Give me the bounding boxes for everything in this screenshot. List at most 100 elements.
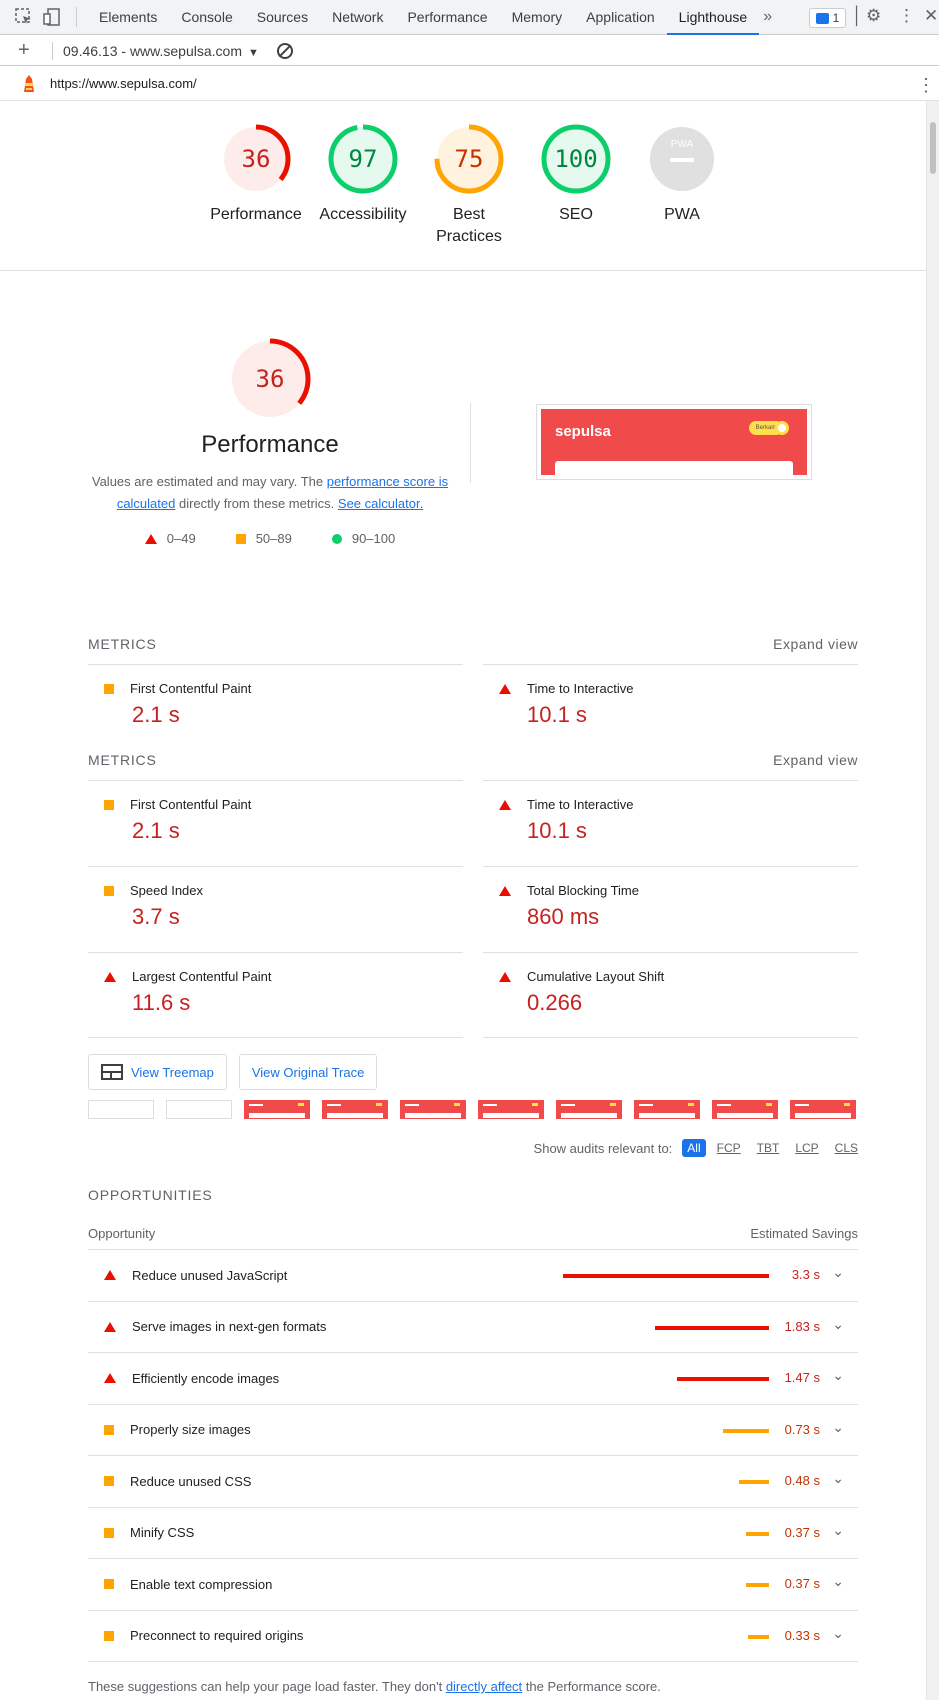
chevron-down-icon[interactable]: ⌄ — [832, 1419, 844, 1436]
gauge-score: 97 — [349, 145, 378, 173]
average-square-icon — [104, 1630, 114, 1641]
metric-label: Largest Contentful Paint — [132, 969, 272, 984]
tab-console[interactable]: Console — [169, 0, 244, 35]
pwa-badge-text: PWA — [671, 139, 694, 150]
savings-bar — [723, 1428, 769, 1433]
chevron-down-icon[interactable]: ⌄ — [832, 1264, 844, 1281]
screenshot-brand: sepulsa — [555, 423, 611, 440]
clear-reports-icon[interactable] — [276, 42, 293, 59]
scrollbar-thumb[interactable] — [930, 122, 936, 174]
gauge-performance[interactable]: 36 Performance — [206, 122, 306, 226]
gauge-label: Best Practices — [436, 206, 502, 245]
metric-label-row: First Contentful Paint — [104, 681, 463, 696]
tab-performance[interactable]: Performance — [395, 0, 499, 35]
final-screenshot[interactable]: sepulsa Berkam — [536, 404, 812, 480]
tab-memory[interactable]: Memory — [500, 0, 575, 35]
fail-triangle-icon — [104, 1373, 116, 1384]
savings-value: 0.73 s — [784, 1421, 820, 1437]
metric-value: 10.1 s — [527, 702, 587, 727]
chevron-down-icon[interactable]: ⌄ — [832, 1522, 844, 1539]
inspect-element-icon[interactable] — [14, 7, 34, 27]
performance-gauge[interactable]: 36 — [90, 336, 450, 425]
fail-triangle-icon — [104, 1321, 116, 1332]
chevron-down-icon[interactable]: ⌄ — [832, 1470, 844, 1487]
tab-network[interactable]: Network — [320, 0, 395, 35]
report-menu-icon[interactable]: ⋮ — [917, 75, 935, 96]
filmstrip-frame — [790, 1100, 856, 1119]
chevron-down-icon[interactable]: ⌄ — [832, 1367, 844, 1384]
desc-text: directly from these metrics. — [175, 496, 338, 511]
legend-average: 50–89 — [235, 531, 292, 546]
filter-label: Show audits relevant to: — [533, 1140, 673, 1156]
report-select-dropdown[interactable]: 09.46.13 - www.sepulsa.com ▼ — [63, 43, 259, 59]
expand-view-toggle[interactable]: Expand view — [773, 752, 858, 780]
gear-icon[interactable]: ⚙ — [866, 6, 881, 26]
tab-sources[interactable]: Sources — [245, 0, 320, 35]
gauge-seo[interactable]: 100 SEO — [526, 122, 626, 226]
filter-chip-all[interactable]: All — [682, 1139, 706, 1157]
filter-chip-tbt[interactable]: TBT — [752, 1139, 785, 1157]
savings-value: 1.83 s — [784, 1318, 820, 1334]
performance-summary: 36 Performance Values are estimated and … — [90, 336, 450, 546]
toolbar-divider — [76, 7, 77, 27]
metrics-section: METRICS Expand view First Contentful Pai… — [88, 752, 858, 1038]
gauge-score: 100 — [554, 145, 597, 173]
legend-label: 0–49 — [166, 531, 196, 546]
opportunity-row[interactable]: Efficiently encode images 1.47 s ⌄ — [88, 1353, 858, 1405]
issues-count: 1 — [832, 11, 840, 25]
chevron-down-icon[interactable]: ⌄ — [832, 1625, 844, 1642]
view-treemap-button[interactable]: View Treemap — [88, 1054, 227, 1090]
view-original-trace-button[interactable]: View Original Trace — [238, 1054, 378, 1090]
metric-label: First Contentful Paint — [130, 681, 252, 696]
savings-bar — [677, 1377, 769, 1381]
kebab-menu-icon[interactable]: ⋮ — [898, 6, 915, 26]
gauge-accessibility[interactable]: 97 Accessibility — [313, 122, 413, 226]
scrollbar[interactable] — [926, 101, 939, 1700]
chevron-down-icon[interactable]: ⌄ — [832, 1573, 844, 1590]
opportunity-row[interactable]: Reduce unused CSS 0.48 s ⌄ — [88, 1456, 858, 1508]
opportunity-row[interactable]: Reduce unused JavaScript 3.3 s ⌄ — [88, 1250, 858, 1302]
opportunity-row[interactable]: Enable text compression 0.37 s ⌄ — [88, 1559, 858, 1611]
expand-view-toggle[interactable]: Expand view — [773, 636, 858, 664]
fail-triangle-icon — [104, 1270, 116, 1281]
metric-largest-contentful-paint: Largest Contentful Paint 11.6 s — [88, 952, 463, 1038]
chevron-down-icon[interactable]: ⌄ — [832, 1316, 844, 1333]
tab-lighthouse[interactable]: Lighthouse — [666, 0, 760, 35]
savings-value: 3.3 s — [791, 1267, 820, 1282]
gauge-best-practices[interactable]: 75 Best Practices — [419, 122, 519, 248]
metrics-title: METRICS — [88, 752, 157, 768]
metrics-section-partial: METRICS Expand view First Contentful Pai… — [88, 636, 858, 748]
report-url[interactable]: https://www.sepulsa.com/ — [50, 76, 197, 91]
tab-application[interactable]: Application — [574, 0, 667, 35]
more-tabs-icon[interactable]: » — [763, 8, 772, 26]
metric-value: 860 ms — [527, 904, 600, 929]
metric-value: 11.6 s — [132, 990, 191, 1015]
filmstrip — [88, 1100, 856, 1119]
savings-bar — [745, 1531, 769, 1536]
treemap-icon — [101, 1064, 123, 1080]
devtools-tabbar: Elements Console Sources Network Performance… — [0, 0, 939, 35]
filmstrip-frame — [244, 1100, 310, 1119]
opportunity-row[interactable]: Serve images in next-gen formats 1.83 s ⌄ — [88, 1302, 858, 1353]
filter-chip-fcp[interactable]: FCP — [712, 1139, 746, 1157]
device-toolbar-icon[interactable] — [42, 7, 62, 27]
metric-value: 0.266 — [527, 990, 583, 1015]
opportunity-row[interactable]: Properly size images 0.73 s ⌄ — [88, 1405, 858, 1456]
see-calculator-link[interactable]: See calculator. — [338, 496, 423, 511]
average-square-icon — [104, 799, 114, 810]
close-devtools-icon[interactable]: ✕ — [924, 6, 938, 26]
category-gauges: 36 Performance 97 Accessibility 75 Best Pract… — [0, 122, 926, 272]
directly-affect-link[interactable]: directly affect — [446, 1679, 522, 1694]
gauge-pwa[interactable]: PWA PWA — [632, 122, 732, 226]
opportunities-footnote: These suggestions can help your page loa… — [88, 1679, 661, 1694]
filter-chip-cls[interactable]: CLS — [830, 1139, 863, 1157]
average-square-icon — [104, 885, 114, 896]
new-report-button[interactable]: + — [18, 39, 38, 62]
opportunity-row[interactable]: Minify CSS 0.37 s ⌄ — [88, 1508, 858, 1559]
filmstrip-frame — [88, 1100, 154, 1119]
filter-chip-lcp[interactable]: LCP — [790, 1139, 823, 1157]
tab-elements[interactable]: Elements — [87, 0, 169, 35]
opportunity-row[interactable]: Preconnect to required origins 0.33 s ⌄ — [88, 1611, 858, 1662]
issues-counter-button[interactable]: 1 — [809, 8, 846, 28]
metrics-header: METRICS Expand view — [88, 752, 858, 780]
